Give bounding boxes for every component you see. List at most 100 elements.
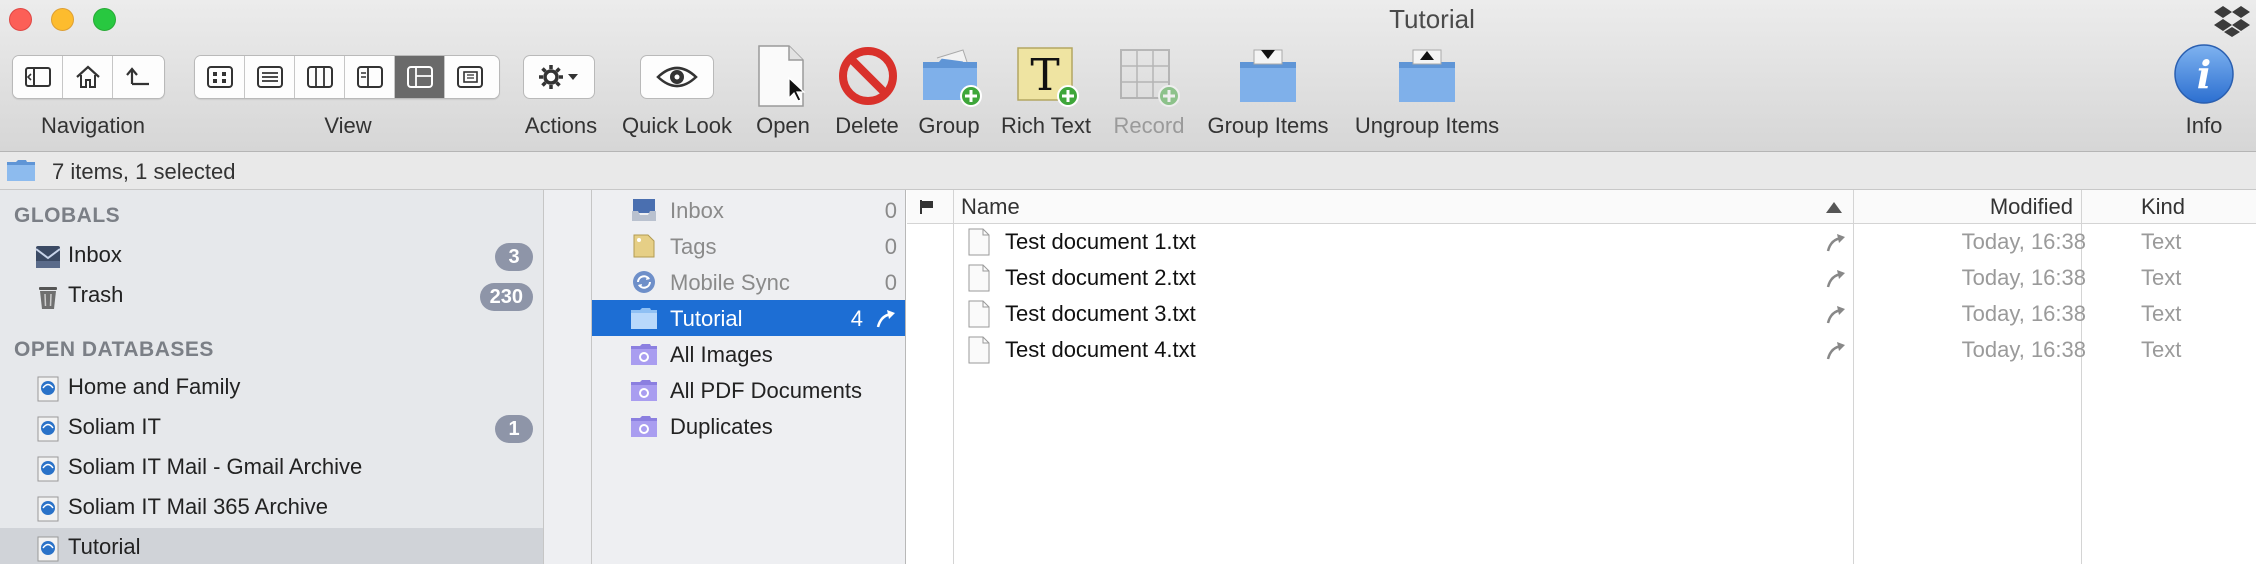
sidebar-item-trash[interactable]: Trash 230 bbox=[0, 276, 543, 316]
actions-label: Actions bbox=[524, 113, 598, 138]
sidebar-item-tutorial[interactable]: Tutorial bbox=[0, 528, 543, 564]
actions-button[interactable] bbox=[523, 55, 595, 99]
table-row[interactable]: Test document 2.txt Today, 16:38 Text bbox=[907, 260, 2256, 296]
replicant-arrow-icon bbox=[1826, 270, 1845, 288]
icon-view-icon bbox=[206, 66, 233, 88]
groups-gutter bbox=[544, 190, 592, 564]
eye-icon bbox=[656, 66, 698, 88]
group-item-label: Duplicates bbox=[670, 414, 773, 439]
group-item-mobile-sync[interactable]: Mobile Sync 0 bbox=[592, 264, 905, 300]
smart-group-icon bbox=[631, 416, 657, 437]
view-columns-button[interactable] bbox=[295, 56, 345, 98]
document-name: Test document 3.txt bbox=[1005, 301, 1196, 326]
quick-look-button[interactable] bbox=[640, 55, 714, 99]
tags-icon bbox=[633, 234, 655, 258]
group-item-tags[interactable]: Tags 0 bbox=[592, 228, 905, 264]
group-item-inbox[interactable]: Inbox 0 bbox=[592, 192, 905, 228]
inbox-icon bbox=[35, 246, 61, 268]
document-kind: Text bbox=[2141, 337, 2182, 362]
rich-text-icon[interactable]: T bbox=[1016, 44, 1082, 108]
open-document-icon[interactable] bbox=[751, 44, 811, 108]
inbox-tray-icon bbox=[632, 199, 656, 221]
smart-group-icon bbox=[631, 344, 657, 365]
group-count: 0 bbox=[884, 234, 897, 259]
document-name: Test document 2.txt bbox=[1005, 265, 1196, 290]
replicant-arrow-icon bbox=[1826, 306, 1845, 324]
quick-look-label: Quick Look bbox=[621, 113, 733, 138]
home-button[interactable] bbox=[63, 56, 113, 98]
ungroup-items-icon[interactable] bbox=[1395, 44, 1461, 108]
sidebar-item-soliam-it-mail-365-archive[interactable]: Soliam IT Mail 365 Archive bbox=[0, 488, 543, 528]
new-group-icon[interactable] bbox=[919, 44, 985, 108]
split-view-icon bbox=[356, 66, 383, 88]
sidebar-item-label: Home and Family bbox=[68, 374, 241, 399]
document-list: Name Modified Kind Test document 1.txt T… bbox=[907, 190, 2256, 564]
group-item-all-pdf-documents[interactable]: All PDF Documents bbox=[592, 372, 905, 408]
go-up-button[interactable] bbox=[113, 56, 163, 98]
sidebar-item-inbox[interactable]: Inbox 3 bbox=[0, 236, 543, 276]
view-widescreen-button[interactable] bbox=[445, 56, 495, 98]
unread-count-badge: 1 bbox=[495, 415, 533, 443]
navigation-label: Navigation bbox=[41, 113, 145, 138]
document-kind: Text bbox=[2141, 229, 2182, 254]
sidebar-item-label: Trash bbox=[68, 282, 124, 307]
group-items-icon[interactable] bbox=[1236, 44, 1302, 108]
group-item-label: Mobile Sync bbox=[670, 270, 790, 295]
table-row[interactable]: Test document 1.txt Today, 16:38 Text bbox=[907, 224, 2256, 260]
column-view-icon bbox=[306, 66, 333, 88]
group-item-label: Inbox bbox=[670, 198, 724, 223]
table-row[interactable]: Test document 3.txt Today, 16:38 Text bbox=[907, 296, 2256, 332]
document-name: Test document 4.txt bbox=[1005, 337, 1196, 362]
sidebar-item-soliam-it[interactable]: Soliam IT 1 bbox=[0, 408, 543, 448]
replicant-arrow-icon bbox=[876, 310, 895, 328]
database-icon bbox=[37, 496, 59, 522]
kind-column-header[interactable]: Kind bbox=[2141, 194, 2185, 220]
folder-icon bbox=[7, 160, 35, 181]
home-icon bbox=[75, 65, 100, 88]
dropbox-icon[interactable] bbox=[2214, 2, 2250, 38]
table-row[interactable]: Test document 4.txt Today, 16:38 Text bbox=[907, 332, 2256, 368]
database-icon bbox=[37, 376, 59, 402]
record-label: Record bbox=[1113, 113, 1185, 138]
group-item-tutorial[interactable]: Tutorial 4 bbox=[592, 300, 905, 336]
flag-column-icon[interactable] bbox=[919, 199, 935, 215]
group-count: 4 bbox=[850, 306, 863, 331]
info-icon[interactable]: i bbox=[2172, 42, 2236, 106]
record-icon[interactable] bbox=[1117, 44, 1181, 108]
group-item-label: Tutorial bbox=[670, 306, 743, 331]
status-bar: 7 items, 1 selected bbox=[0, 152, 2256, 190]
replicant-arrow-icon bbox=[1826, 342, 1845, 360]
group-item-label: Tags bbox=[670, 234, 717, 259]
sidebar-item-label: Soliam IT bbox=[68, 414, 161, 439]
view-list-button[interactable] bbox=[245, 56, 295, 98]
gear-icon bbox=[539, 65, 578, 89]
name-column-header[interactable]: Name bbox=[961, 194, 1020, 220]
modified-column-header[interactable]: Modified bbox=[1990, 194, 2073, 220]
database-icon bbox=[37, 456, 59, 482]
item-count-text: 7 items, 1 selected bbox=[52, 159, 236, 184]
group-item-label: All PDF Documents bbox=[670, 378, 862, 403]
delete-icon[interactable] bbox=[836, 44, 900, 108]
group-items-label: Group Items bbox=[1207, 113, 1329, 138]
modified-date: Today, 16:38 bbox=[1961, 337, 2086, 362]
ungroup-items-label: Ungroup Items bbox=[1354, 113, 1500, 138]
enclosing-group-icon bbox=[126, 67, 149, 86]
toggle-sidebar-button[interactable] bbox=[13, 56, 63, 98]
open-label: Open bbox=[756, 113, 810, 138]
group-item-duplicates[interactable]: Duplicates bbox=[592, 408, 905, 444]
group-count: 0 bbox=[884, 198, 897, 223]
globals-header: GLOBALS bbox=[14, 204, 121, 227]
group-count: 0 bbox=[884, 270, 897, 295]
sidebar-item-soliam-it-mail-gmail-archive[interactable]: Soliam IT Mail - Gmail Archive bbox=[0, 448, 543, 488]
view-icons-button[interactable] bbox=[195, 56, 245, 98]
group-item-all-images[interactable]: All Images bbox=[592, 336, 905, 372]
view-three-pane-button[interactable] bbox=[395, 56, 445, 98]
three-pane-view-icon bbox=[406, 66, 433, 88]
sidebar-item-home-and-family[interactable]: Home and Family bbox=[0, 368, 543, 408]
rich-text-label: Rich Text bbox=[1000, 113, 1092, 138]
text-document-icon bbox=[968, 228, 990, 256]
view-split-button[interactable] bbox=[345, 56, 395, 98]
view-segment bbox=[194, 55, 500, 99]
sort-ascending-icon[interactable] bbox=[1825, 200, 1843, 214]
sidebar-icon bbox=[24, 67, 51, 87]
